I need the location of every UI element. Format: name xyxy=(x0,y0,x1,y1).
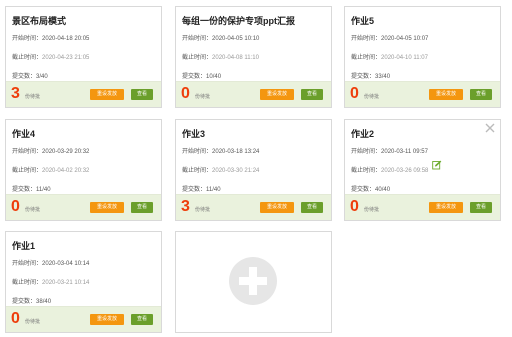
assignment-title: 作业2 xyxy=(351,129,375,139)
card-footer: 3 份待批 重设发放 查看 xyxy=(6,81,161,107)
reset-distribution-button[interactable]: 重设发放 xyxy=(90,202,124,213)
pending-label: 份待批 xyxy=(195,94,211,100)
assignment-card[interactable]: 作业3 开始时间：2020-03-18 13:24 截止时间：2020-03-3… xyxy=(175,119,332,221)
view-button[interactable]: 查看 xyxy=(301,202,323,213)
assignment-title: 作业1 xyxy=(12,241,36,251)
assignment-title: 景区布局模式 xyxy=(12,16,67,26)
deadline-time: 截止时间：2020-03-26 09:58 xyxy=(351,168,429,174)
submission-count: 提交数：38/40 xyxy=(12,299,52,305)
reset-distribution-button[interactable]: 重设发放 xyxy=(90,89,124,100)
pending-count: 3 xyxy=(181,198,190,215)
view-button[interactable]: 查看 xyxy=(470,202,492,213)
pending-label: 份待批 xyxy=(364,94,380,100)
card-footer: 0 份待批 重设发放 查看 xyxy=(176,81,331,107)
submission-count: 提交数：40/40 xyxy=(351,187,391,193)
edit-icon[interactable] xyxy=(432,160,442,170)
plus-icon[interactable] xyxy=(229,257,277,305)
deadline-time: 截止时间：2020-04-02 20:32 xyxy=(12,168,90,174)
card-footer: 0 份待批 重设发放 查看 xyxy=(345,81,500,107)
pending-count: 0 xyxy=(350,85,359,102)
start-time: 开始时间：2020-04-05 10:07 xyxy=(351,36,429,42)
close-icon[interactable] xyxy=(485,123,495,133)
pending-count: 0 xyxy=(11,310,20,327)
start-time: 开始时间：2020-03-29 20:32 xyxy=(12,149,90,155)
pending-count: 0 xyxy=(350,198,359,215)
deadline-time: 截止时间：2020-03-30 21:24 xyxy=(182,168,260,174)
assignment-card[interactable]: 每组一份的保护专项ppt汇报 开始时间：2020-04-05 10:10 截止时… xyxy=(175,6,332,108)
start-time: 开始时间：2020-04-18 20:05 xyxy=(12,36,90,42)
reset-distribution-button[interactable]: 重设发放 xyxy=(260,202,294,213)
card-footer: 0 份待批 重设发放 查看 xyxy=(6,306,161,332)
assignment-title: 作业3 xyxy=(182,129,206,139)
pending-label: 份待批 xyxy=(25,94,41,100)
view-button[interactable]: 查看 xyxy=(470,89,492,100)
pending-label: 份待批 xyxy=(195,207,211,213)
deadline-time: 截止时间：2020-04-10 11:07 xyxy=(351,55,428,61)
pending-label: 份待批 xyxy=(364,207,380,213)
card-footer: 0 份待批 重设发放 查看 xyxy=(345,194,500,220)
assignment-title: 每组一份的保护专项ppt汇报 xyxy=(182,16,295,26)
view-button[interactable]: 查看 xyxy=(131,89,153,100)
assignment-card[interactable]: 作业2 开始时间：2020-03-11 09:57 截止时间：2020-03-2… xyxy=(344,119,501,221)
reset-distribution-button[interactable]: 重设发放 xyxy=(90,314,124,325)
assignment-card[interactable]: 作业1 开始时间：2020-03-04 10:14 截止时间：2020-03-2… xyxy=(5,231,162,333)
pending-label: 份待批 xyxy=(25,319,41,325)
submission-count: 提交数：11/40 xyxy=(12,187,51,193)
start-time: 开始时间：2020-03-04 10:14 xyxy=(12,261,90,267)
assignment-card[interactable]: 景区布局模式 开始时间：2020-04-18 20:05 截止时间：2020-0… xyxy=(5,6,162,108)
start-time: 开始时间：2020-03-18 13:24 xyxy=(182,149,260,155)
card-footer: 0 份待批 重设发放 查看 xyxy=(6,194,161,220)
card-footer: 3 份待批 重设发放 查看 xyxy=(176,194,331,220)
reset-distribution-button[interactable]: 重设发放 xyxy=(429,89,463,100)
reset-distribution-button[interactable]: 重设发放 xyxy=(429,202,463,213)
submission-count: 提交数：10/40 xyxy=(182,74,222,80)
pending-count: 0 xyxy=(181,85,190,102)
assignment-title: 作业4 xyxy=(12,129,36,139)
view-button[interactable]: 查看 xyxy=(131,314,153,325)
submission-count: 提交数：11/40 xyxy=(182,187,221,193)
view-button[interactable]: 查看 xyxy=(131,202,153,213)
assignment-title: 作业5 xyxy=(351,16,375,26)
reset-distribution-button[interactable]: 重设发放 xyxy=(260,89,294,100)
submission-count: 提交数：33/40 xyxy=(351,74,391,80)
assignment-card[interactable]: 作业5 开始时间：2020-04-05 10:07 截止时间：2020-04-1… xyxy=(344,6,501,108)
submission-count: 提交数：3/40 xyxy=(12,74,48,80)
deadline-time: 截止时间：2020-04-08 11:10 xyxy=(182,55,259,61)
add-assignment-card[interactable] xyxy=(175,231,332,333)
deadline-time: 截止时间：2020-03-21 10:14 xyxy=(12,280,90,286)
deadline-time: 截止时间：2020-04-23 21:05 xyxy=(12,55,90,61)
assignment-card[interactable]: 作业4 开始时间：2020-03-29 20:32 截止时间：2020-04-0… xyxy=(5,119,162,221)
start-time: 开始时间：2020-03-11 09:57 xyxy=(351,149,428,155)
view-button[interactable]: 查看 xyxy=(301,89,323,100)
start-time: 开始时间：2020-04-05 10:10 xyxy=(182,36,260,42)
pending-count: 3 xyxy=(11,85,20,102)
pending-count: 0 xyxy=(11,198,20,215)
pending-label: 份待批 xyxy=(25,207,41,213)
